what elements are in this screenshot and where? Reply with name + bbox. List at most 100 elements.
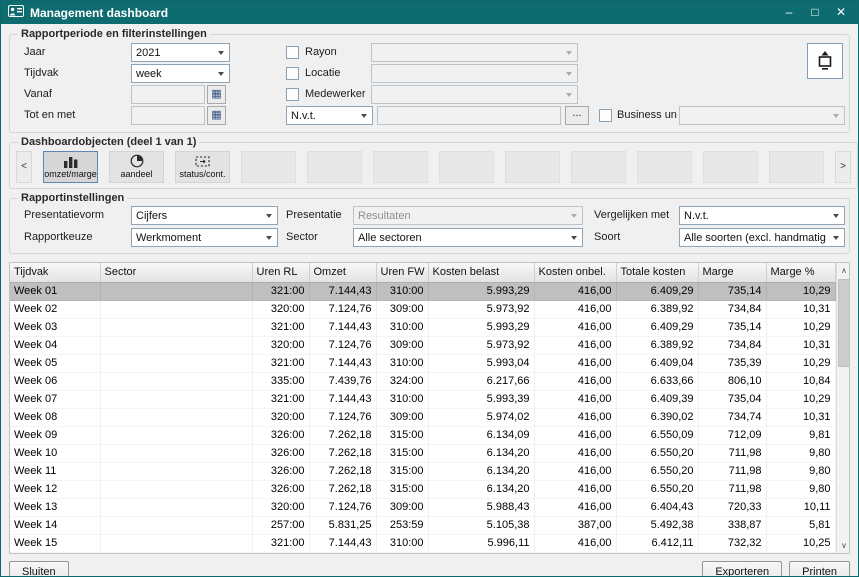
browse-button[interactable]: ... [565, 106, 589, 125]
table-row[interactable]: Week 10326:007.262,18315:006.134,20416,0… [10, 444, 835, 462]
column-header-kosten-belast[interactable]: Kosten belast [428, 263, 534, 282]
cell: 6.550,20 [616, 462, 698, 480]
printen-button[interactable]: Printen [789, 561, 850, 577]
cell: 6.134,20 [428, 480, 534, 498]
chevron-down-icon [266, 236, 272, 240]
medewerker-checkbox[interactable] [286, 88, 299, 101]
nvt-select[interactable]: N.v.t. [286, 106, 373, 125]
rapportkeuze-select[interactable]: Werkmoment [131, 228, 278, 247]
table-row[interactable]: Week 04320:007.124,76309:005.973,92416,0… [10, 336, 835, 354]
scroll-left-button[interactable]: < [16, 151, 32, 183]
table-row[interactable]: Week 05321:007.144,43310:005.993,04416,0… [10, 354, 835, 372]
dashboard-object-aandeel[interactable]: aandeel [109, 151, 164, 183]
cell: 320:00 [252, 300, 309, 318]
chevron-down-icon [361, 114, 367, 118]
scroll-up-icon[interactable]: ∧ [837, 263, 851, 278]
cell: 5.105,38 [428, 516, 534, 534]
column-header-marge[interactable]: Marge % [766, 263, 835, 282]
column-header-kosten-onbel[interactable]: Kosten onbel. [534, 263, 616, 282]
business-unit-checkbox[interactable] [599, 109, 612, 122]
maximize-icon[interactable]: □ [804, 3, 826, 22]
sluiten-button[interactable]: Sluiten [9, 561, 69, 577]
cell: 7.124,76 [309, 300, 376, 318]
exporteren-button[interactable]: Exporteren [702, 561, 782, 577]
scroll-right-button[interactable]: > [835, 151, 851, 183]
column-header-totale-kosten[interactable]: Totale kosten [616, 263, 698, 282]
vanaf-calendar-button[interactable]: ▦ [207, 85, 226, 104]
cell: 6.217,66 [428, 372, 534, 390]
table-row[interactable]: Week 11326:007.262,18315:006.134,20416,0… [10, 462, 835, 480]
cell [100, 390, 252, 408]
window-controls: – □ ✕ [778, 3, 852, 22]
dashboard-object-status-cont[interactable]: status/cont. [175, 151, 230, 183]
dashboard-object-empty-slot [769, 151, 824, 183]
cell: 309:00 [376, 498, 428, 516]
cell: 6.409,29 [616, 282, 698, 300]
table-row[interactable]: Week 02320:007.124,76309:005.973,92416,0… [10, 300, 835, 318]
titlebar[interactable]: Management dashboard – □ ✕ [1, 1, 858, 24]
tijdvak-select[interactable]: week [131, 64, 230, 83]
vertical-scrollbar[interactable]: ∧ ∨ [836, 263, 851, 553]
cell: 6.134,09 [428, 426, 534, 444]
soort-select[interactable]: Alle soorten (excl. handmatig [679, 228, 845, 247]
cell: 416,00 [534, 444, 616, 462]
cell: 735,04 [698, 390, 766, 408]
table-row[interactable]: Week 15321:007.144,43310:005.996,11416,0… [10, 534, 835, 552]
column-header-uren-rl[interactable]: Uren RL [252, 263, 309, 282]
close-icon[interactable]: ✕ [830, 3, 852, 22]
cell: Week 04 [10, 336, 100, 354]
cell: Week 06 [10, 372, 100, 390]
sector-select[interactable]: Alle sectoren [353, 228, 583, 247]
presentatievorm-select[interactable]: Cijfers [131, 206, 278, 225]
table-row[interactable]: Week 01321:007.144,43310:005.993,29416,0… [10, 282, 835, 300]
cell: 806,10 [698, 372, 766, 390]
table-row[interactable]: Week 06335:007.439,76324:006.217,66416,0… [10, 372, 835, 390]
filter-section: Rapportperiode en filterinstellingen Jaa… [9, 28, 850, 133]
table-row[interactable]: Week 12326:007.262,18315:006.134,20416,0… [10, 480, 835, 498]
table-row[interactable]: Week 07321:007.144,43310:005.993,39416,0… [10, 390, 835, 408]
locatie-checkbox[interactable] [286, 67, 299, 80]
footer-bar: Sluiten Exporteren Printen [9, 554, 850, 577]
cell [100, 426, 252, 444]
rayon-checkbox[interactable] [286, 46, 299, 59]
dashboard-nav-button[interactable] [807, 43, 843, 79]
scrollbar-thumb[interactable] [838, 279, 851, 367]
jaar-select[interactable]: 2021 [131, 43, 230, 62]
cell: 10,29 [766, 390, 835, 408]
cell: 416,00 [534, 318, 616, 336]
dashboard-object-label: status/cont. [179, 169, 225, 179]
table-row[interactable]: Week 03321:007.144,43310:005.993,29416,0… [10, 318, 835, 336]
dashboard-object-omzet-marge[interactable]: omzet/marge [43, 151, 98, 183]
cell: Week 02 [10, 300, 100, 318]
chevron-down-icon [833, 114, 839, 118]
column-header-omzet[interactable]: Omzet [309, 263, 376, 282]
table-row[interactable]: Week 13320:007.124,76309:005.988,43416,0… [10, 498, 835, 516]
dashboard-object-empty-slot [703, 151, 758, 183]
cell: 7.144,43 [309, 390, 376, 408]
table-row[interactable]: Week 08320:007.124,76309:005.974,02416,0… [10, 408, 835, 426]
soort-label: Soort [594, 228, 620, 247]
vergelijken-met-select[interactable]: N.v.t. [679, 206, 845, 225]
tot-en-met-calendar-button[interactable]: ▦ [207, 106, 226, 125]
column-header-uren-fw[interactable]: Uren FW [376, 263, 428, 282]
column-header-marge[interactable]: Marge [698, 263, 766, 282]
medewerker-label: Medewerker [305, 85, 366, 104]
cell [100, 444, 252, 462]
table-row[interactable]: Week 14257:005.831,25253:595.105,38387,0… [10, 516, 835, 534]
cell: 321:00 [252, 282, 309, 300]
cell: 6.409,04 [616, 354, 698, 372]
table-row[interactable]: Week 09326:007.262,18315:006.134,09416,0… [10, 426, 835, 444]
cell: 7.144,43 [309, 318, 376, 336]
cell: 7.144,43 [309, 534, 376, 552]
column-header-tijdvak[interactable]: Tijdvak [10, 263, 100, 282]
column-header-sector[interactable]: Sector [100, 263, 252, 282]
cell [100, 282, 252, 300]
cell: 6.409,29 [616, 318, 698, 336]
cell: 309:00 [376, 336, 428, 354]
cell: 7.262,18 [309, 462, 376, 480]
scroll-down-icon[interactable]: ∨ [837, 538, 851, 553]
bar-chart-icon [63, 154, 79, 168]
tijdvak-label: Tijdvak [24, 64, 58, 83]
business-unit-select [679, 106, 845, 125]
minimize-icon[interactable]: – [778, 3, 800, 22]
